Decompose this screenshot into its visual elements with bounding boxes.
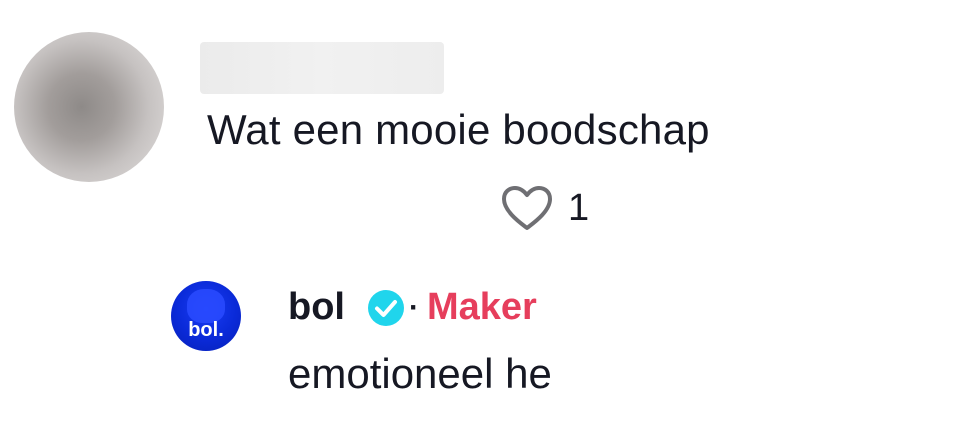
comment-thread: Wat een mooie boodschap 1 bol. bol · Mak… xyxy=(0,0,958,430)
reply-text: emotioneel he xyxy=(288,350,552,397)
heart-outline-icon[interactable] xyxy=(500,184,554,232)
avatar-mascot-shape xyxy=(187,289,225,323)
creator-badge: Maker xyxy=(426,286,537,328)
commenter-username-blurred xyxy=(200,42,444,94)
like-count: 1 xyxy=(568,186,590,229)
reply-username[interactable]: bol xyxy=(288,286,345,329)
like-button[interactable]: 1 xyxy=(500,184,589,232)
separator-dot: · xyxy=(408,290,419,324)
commenter-avatar[interactable] xyxy=(14,32,164,182)
verified-check-icon xyxy=(367,289,404,326)
comment-text: Wat een mooie boodschap xyxy=(207,106,710,153)
avatar-logo-text: bol. xyxy=(188,319,224,341)
reply-header: bol · Maker xyxy=(288,286,537,329)
reply-avatar[interactable]: bol. xyxy=(171,281,241,351)
